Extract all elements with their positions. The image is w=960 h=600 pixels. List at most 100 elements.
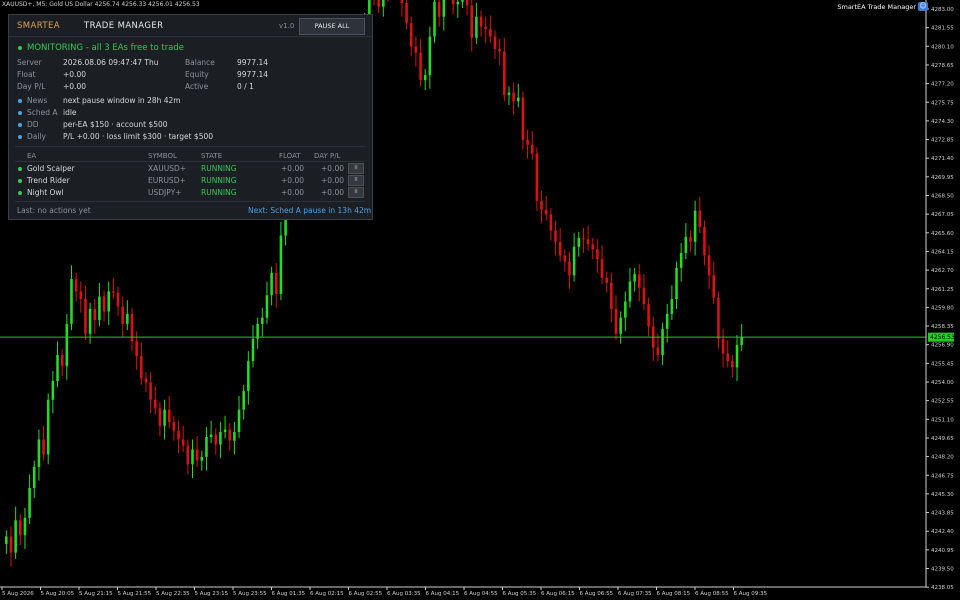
candle-body: [400, 0, 404, 4]
sched-dot-icon: [18, 111, 22, 115]
price-tick-label: 4264.15: [931, 249, 954, 255]
active-value: 0 / 1: [237, 82, 254, 91]
price-tick-label: 4268.50: [931, 194, 954, 200]
time-tick-label: 5 Aug 20:05: [41, 591, 75, 597]
candle-body: [489, 29, 492, 37]
float-value: +0.00: [63, 70, 86, 79]
sched-label: Sched A: [27, 108, 58, 117]
candle-body: [731, 361, 734, 368]
candle-body: [586, 239, 590, 245]
time-tick-label: 5 Aug 22:35: [156, 591, 190, 597]
candle-body: [270, 272, 273, 296]
news-value: next pause window in 28h 42m: [63, 96, 181, 105]
candle-body: [158, 408, 162, 426]
ea-smiley-icon: ☺: [918, 2, 928, 11]
equity-value: 9977.14: [237, 70, 269, 79]
candle-body: [279, 235, 283, 294]
candle-body: [665, 313, 669, 329]
candle-body: [558, 241, 562, 256]
candle-body: [409, 22, 413, 47]
candle-body: [382, 0, 385, 7]
candle-body: [237, 409, 241, 433]
dd-value: per-EA $150 · account $500: [63, 120, 168, 129]
ea-daypl: +0.00: [321, 164, 344, 173]
candle-body: [265, 295, 269, 318]
candle-body: [37, 439, 41, 467]
time-tick-label: 5 Aug 21:55: [118, 591, 152, 597]
price-tick-label: 4252.55: [931, 399, 954, 405]
candle-body: [28, 487, 31, 518]
price-tick-label: 4243.85: [931, 511, 954, 517]
panel-header: SMARTEA TRADE MANAGER v1.0 PAUSE ALL: [9, 15, 372, 37]
candle-body: [628, 281, 632, 302]
candle-body: [223, 429, 227, 433]
row-status-dot-icon: [18, 179, 22, 183]
candle-body: [195, 449, 199, 461]
candle-body: [549, 214, 553, 231]
candle-body: [675, 267, 678, 299]
candle-body: [572, 246, 576, 276]
candle-body: [84, 298, 87, 334]
news-label: News: [27, 96, 48, 105]
col-float-header: FLOAT: [279, 152, 301, 160]
ea-name: Gold Scalper: [27, 164, 75, 173]
candle-body: [633, 274, 636, 282]
ea-float: +0.00: [281, 176, 304, 185]
candle-body: [274, 272, 278, 294]
candle-body: [475, 16, 478, 38]
ea-pause-button[interactable]: II: [348, 175, 364, 186]
time-tick-label: 6 Aug 02:55: [349, 591, 383, 597]
candle-body: [433, 1, 436, 37]
candle-body: [9, 536, 13, 553]
candle-body: [503, 51, 506, 96]
candle-body: [98, 296, 101, 321]
candle-body: [140, 356, 143, 379]
candle-body: [647, 303, 650, 327]
price-tick-label: 4278.65: [931, 63, 954, 69]
price-tick-label: 4271.40: [931, 156, 954, 162]
price-axis: 4283.00 4281.55 4280.10 4278.65 4277.20 4275.…: [926, 7, 954, 591]
candle-body: [493, 36, 497, 50]
ea-pause-button[interactable]: II: [348, 187, 364, 198]
time-tick-label: 5 Aug 2026: [2, 591, 34, 597]
price-tick-label: 4274.30: [931, 119, 954, 125]
candle-body: [624, 301, 627, 318]
candle-body: [470, 5, 474, 38]
ea-daypl: +0.00: [321, 188, 344, 197]
col-ea-header: EA: [27, 152, 37, 160]
ea-pause-button[interactable]: II: [348, 163, 364, 174]
candle-body: [377, 0, 380, 7]
candle-body: [530, 144, 534, 154]
candle-body: [689, 236, 692, 242]
candle-body: [461, 0, 464, 2]
price-tick-label: 4262.70: [931, 268, 954, 274]
candle-body: [614, 308, 618, 334]
price-tick-label: 4281.55: [931, 26, 954, 32]
candle-body: [107, 291, 110, 312]
candle-body: [256, 323, 259, 339]
candle-body: [74, 279, 78, 292]
ea-state: RUNNING: [201, 188, 237, 197]
last-action-text: Last: no actions yet: [17, 206, 91, 215]
candle-body: [596, 249, 599, 260]
candle-body: [228, 429, 232, 441]
time-tick-label: 6 Aug 07:35: [618, 591, 652, 597]
time-tick-label: 6 Aug 04:55: [464, 591, 498, 597]
divider: [15, 201, 365, 202]
ea-symbol: USDJPY+: [148, 188, 182, 197]
candle-body: [102, 296, 106, 312]
candle-body: [703, 226, 706, 256]
price-tick-label: 4249.65: [931, 436, 954, 442]
time-tick-label: 6 Aug 02:15: [310, 591, 344, 597]
time-tick-label: 5 Aug 23:15: [195, 591, 229, 597]
pause-all-button[interactable]: PAUSE ALL: [299, 18, 365, 35]
candle-body: [144, 378, 148, 383]
candle-body: [172, 422, 176, 431]
candle-body: [247, 361, 250, 391]
price-tick-label: 4246.75: [931, 473, 954, 479]
candle-body: [568, 261, 571, 276]
price-tick-label: 4239.50: [931, 567, 954, 573]
candle-body: [88, 308, 92, 334]
time-tick-label: 6 Aug 03:35: [387, 591, 421, 597]
candle-body: [693, 210, 697, 242]
